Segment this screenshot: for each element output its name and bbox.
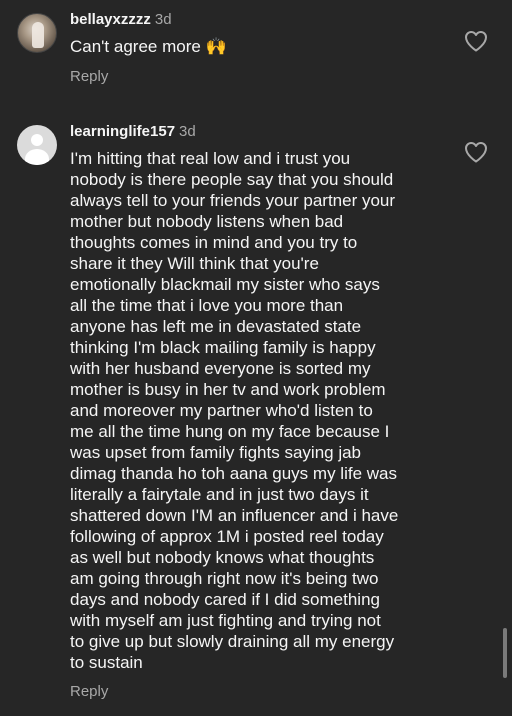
reply-button[interactable]: Reply xyxy=(70,68,108,86)
user-avatar[interactable] xyxy=(17,125,57,165)
username[interactable]: bellayxzzzz xyxy=(70,11,151,28)
comment-text: I'm hitting that real low and i trust yo… xyxy=(70,149,399,672)
heart-outline-icon xyxy=(465,142,487,163)
comments-panel: bellayxzzzz 3d Can't agree more 🙌 Reply l… xyxy=(0,0,512,716)
avatar-head xyxy=(31,134,43,146)
username[interactable]: learninglife157 xyxy=(70,123,175,140)
avatar-shoulders xyxy=(25,149,49,165)
scrollbar[interactable] xyxy=(503,628,507,678)
avatar-figure xyxy=(32,22,44,48)
heart-outline-icon xyxy=(465,31,487,52)
like-button[interactable] xyxy=(464,141,488,163)
timestamp: 3d xyxy=(179,123,196,140)
timestamp: 3d xyxy=(154,11,172,28)
comment-header: bellayxzzzz 3d xyxy=(70,11,172,29)
like-button[interactable] xyxy=(464,30,488,52)
reply-button[interactable]: Reply xyxy=(70,683,108,701)
comment-text: Can't agree more 🙌 xyxy=(70,37,227,56)
comment-header: learninglife157 3d xyxy=(70,123,196,141)
user-avatar[interactable] xyxy=(17,13,57,53)
